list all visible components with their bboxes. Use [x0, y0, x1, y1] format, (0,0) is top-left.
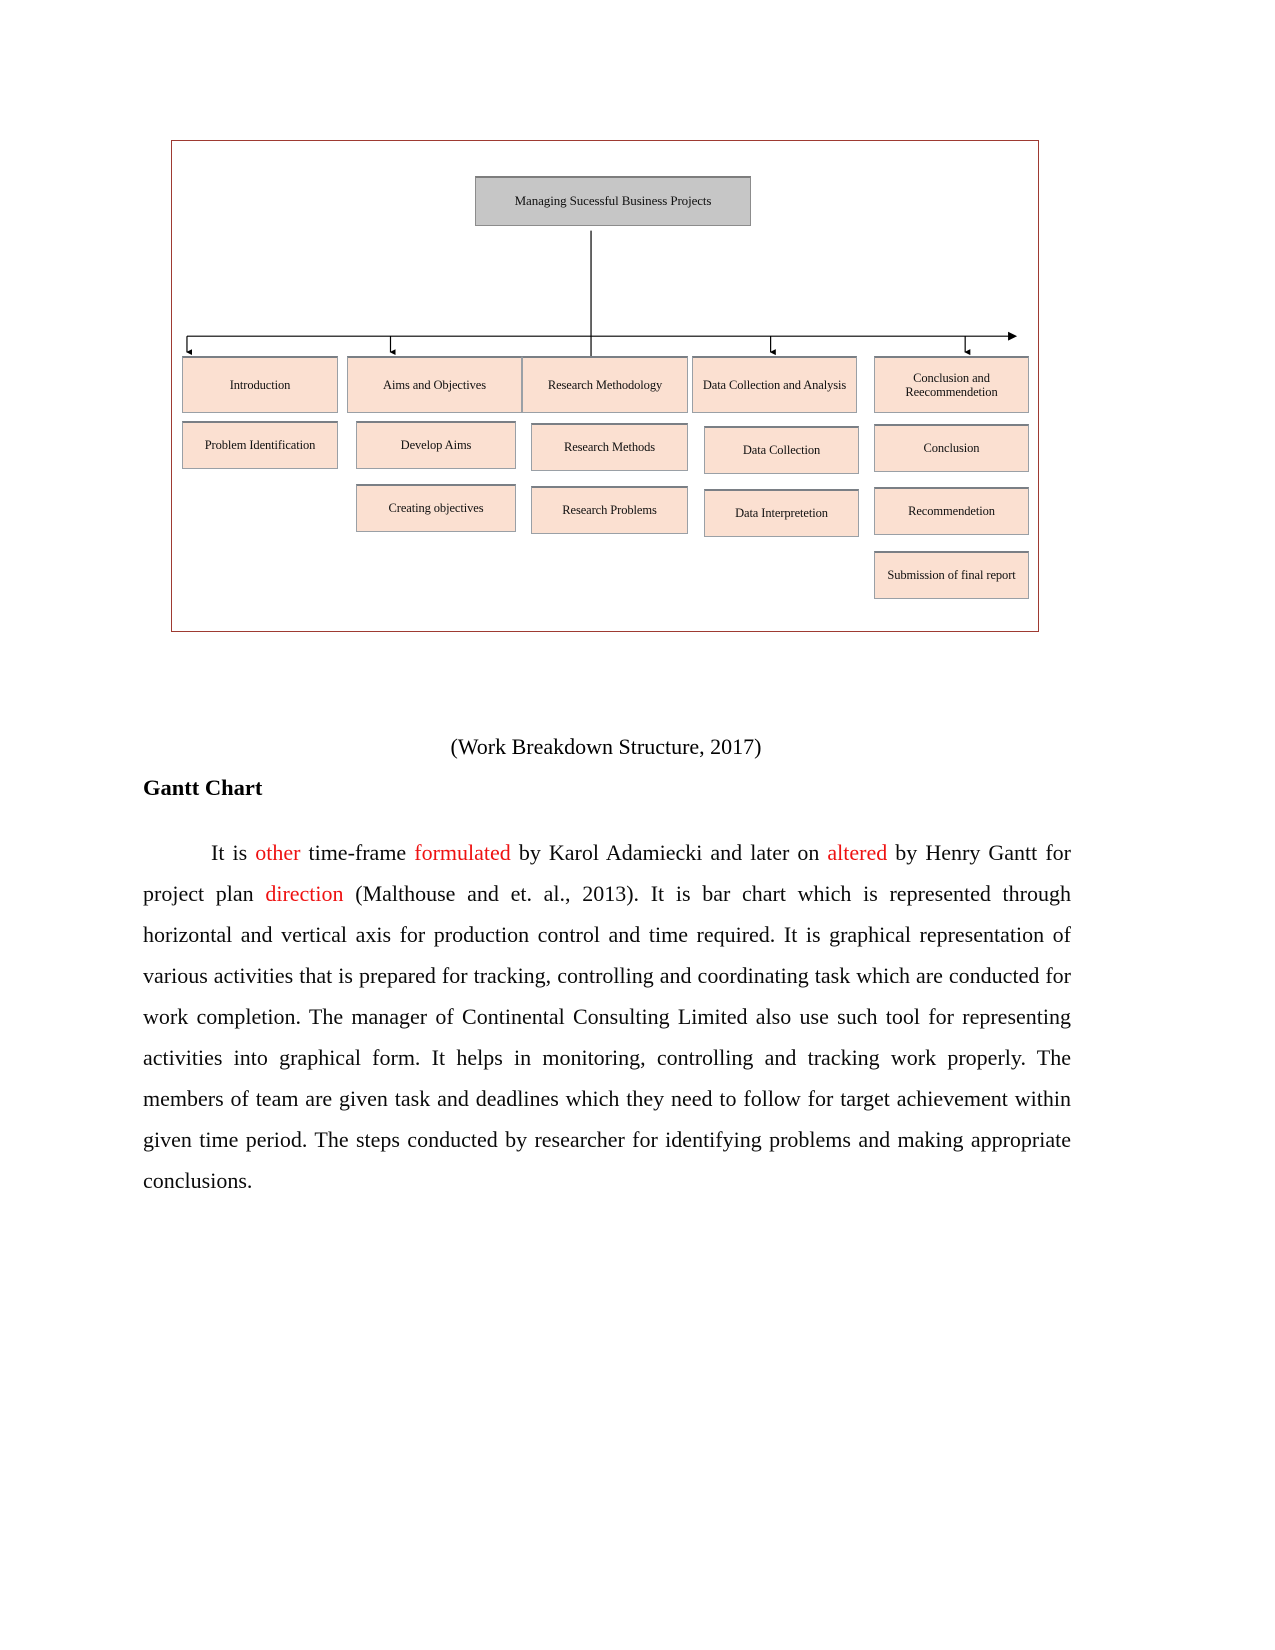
wbs-node-label: Research Methods — [563, 440, 656, 455]
wbs-node-label: Develop Aims — [400, 438, 472, 453]
wbs-header-introduction: Introduction — [182, 356, 338, 413]
wbs-header-research-methodology: Research Methodology — [522, 356, 688, 413]
wbs-child-recommendetion: Recommendetion — [874, 487, 1029, 535]
wbs-node-label: Recommendetion — [908, 504, 995, 519]
wbs-child-creating-objectives: Creating objectives — [356, 484, 516, 532]
wbs-child-conclusion: Conclusion — [874, 424, 1029, 472]
wbs-node-label: Research Problems — [562, 503, 657, 518]
wbs-node-label: Introduction — [229, 377, 291, 392]
wbs-node-label: Research Methodology — [547, 377, 663, 392]
paragraph-segment: altered — [827, 840, 888, 865]
wbs-child-data-interpretetion: Data Interpretetion — [704, 489, 859, 537]
wbs-child-develop-aims: Develop Aims — [356, 421, 516, 469]
wbs-node-label: Data Interpretetion — [735, 506, 828, 521]
wbs-node-label: Data Collection and Analysis — [702, 377, 847, 392]
wbs-node-label: Problem Identification — [204, 438, 316, 453]
wbs-node-label: Submission of final report — [887, 568, 1016, 583]
wbs-child-submission-of-final-report: Submission of final report — [874, 551, 1029, 599]
wbs-child-research-methods: Research Methods — [531, 423, 688, 471]
wbs-header-aims-and-objectives: Aims and Objectives — [347, 356, 522, 413]
paragraph-segment: by Karol Adamiecki and later on — [510, 840, 828, 865]
wbs-node-label: Conclusion and Reecommendetion — [905, 370, 998, 399]
section-heading-gantt-chart: Gantt Chart — [143, 775, 263, 800]
wbs-node-label: Creating objectives — [388, 501, 484, 516]
paragraph-segment: other — [255, 840, 301, 865]
wbs-node-label: Conclusion — [923, 441, 980, 456]
wbs-node-label: Data Collection — [742, 443, 821, 458]
wbs-child-problem-identification: Problem Identification — [182, 421, 338, 469]
wbs-header-conclusion-and-reecommendetion: Conclusion and Reecommendetion — [874, 356, 1029, 413]
wbs-header-data-collection-and-analysis: Data Collection and Analysis — [692, 356, 857, 413]
wbs-child-data-collection: Data Collection — [704, 426, 859, 474]
paragraph-segment: direction — [265, 881, 344, 906]
paragraph-segment: (Malthouse and et. al., 2013). It is bar… — [143, 881, 1071, 1193]
wbs-node-label: Aims and Objectives — [383, 377, 486, 392]
paragraph-segment: It is — [211, 840, 256, 865]
wbs-root-label: Managing Sucessful Business Projects — [514, 193, 712, 209]
wbs-child-research-problems: Research Problems — [531, 486, 688, 534]
paragraph-segment: time-frame — [300, 840, 415, 865]
wbs-root-node: Managing Sucessful Business Projects — [475, 176, 751, 226]
figure-caption: (Work Breakdown Structure, 2017) — [450, 734, 762, 759]
gantt-chart-body-paragraph: It is other time-frame formulated by Kar… — [143, 832, 1071, 1201]
paragraph-segment: formulated — [414, 840, 511, 865]
work-breakdown-structure-figure: Managing Sucessful Business Projects Int… — [171, 140, 1039, 632]
